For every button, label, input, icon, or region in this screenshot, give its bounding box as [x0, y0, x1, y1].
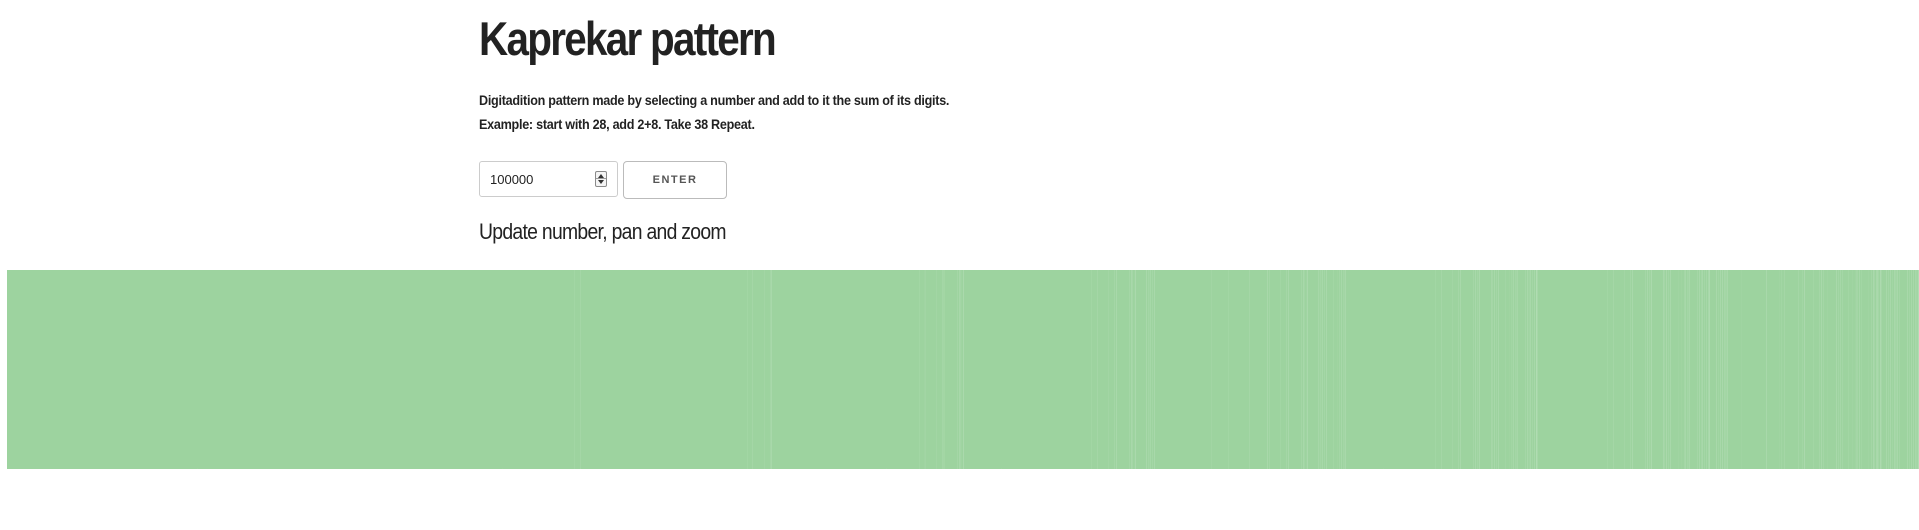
page-title: Kaprekar pattern	[479, 12, 777, 65]
pattern-line	[7, 270, 1919, 469]
number-input-container	[479, 161, 618, 197]
description-line-2: Example: start with 28, add 2+8. Take 38…	[479, 116, 755, 132]
spin-down-icon[interactable]	[598, 180, 604, 184]
pattern-canvas[interactable]	[7, 270, 1919, 469]
spinner-divider	[596, 178, 606, 179]
number-input[interactable]	[490, 162, 590, 196]
enter-button[interactable]: ENTER	[623, 161, 727, 199]
description-line-1: Digitadition pattern made by selecting a…	[479, 92, 950, 108]
pattern-lines	[7, 270, 1919, 469]
number-spinner[interactable]	[595, 171, 607, 187]
section-subheading: Update number, pan and zoom	[479, 219, 727, 244]
